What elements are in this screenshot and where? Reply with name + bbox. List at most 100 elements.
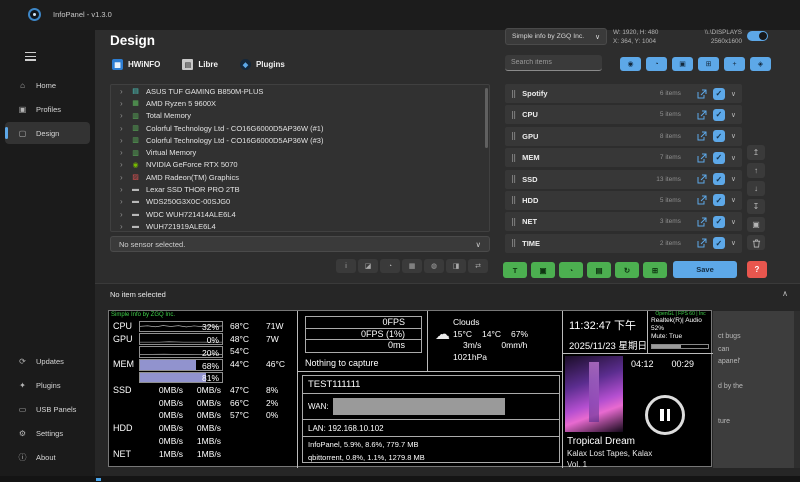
group-checkbox[interactable]: ✓ <box>713 216 725 228</box>
sensor-tree-row[interactable]: › ◉ NVIDIA GeForce RTX 5070 <box>111 159 489 171</box>
sensor-tree-row[interactable]: › ▥ Colorful Technology Ltd - CO16G6000D… <box>111 134 489 146</box>
info-button[interactable]: i <box>336 259 356 273</box>
image-button[interactable]: ▣ <box>672 57 693 71</box>
expand-icon[interactable]: › <box>120 210 125 219</box>
sidebar-item-home[interactable]: ⌂ Home <box>5 74 90 96</box>
expand-icon[interactable]: › <box>120 160 125 169</box>
chevron-down-icon[interactable]: ∨ <box>731 90 736 98</box>
search-input[interactable] <box>505 55 602 71</box>
sensor-select-dropdown[interactable]: No sensor selected. ∨ <box>110 236 490 252</box>
move-button[interactable]: + <box>724 57 745 71</box>
chevron-down-icon[interactable]: ∨ <box>731 239 736 247</box>
add-table-button[interactable]: ⊞ <box>643 262 667 278</box>
lock-button[interactable]: ◈ <box>750 57 771 71</box>
drag-handle-icon[interactable]: ⣿ <box>511 154 516 162</box>
tab-plugins[interactable]: ◆ Plugins <box>240 59 285 70</box>
group-checkbox[interactable]: ✓ <box>713 88 725 100</box>
sensor-tree-row[interactable]: › ▬ WUH721919ALE6L4 <box>111 220 489 232</box>
sensor-tree-row[interactable]: › ▥ Colorful Technology Ltd - CO16G6000D… <box>111 122 489 134</box>
group-checkbox[interactable]: ✓ <box>713 109 725 121</box>
group-row-ssd[interactable]: ⣿ SSD 13 items ✓ ∨ <box>505 170 742 189</box>
drag-handle-icon[interactable]: ⣿ <box>511 196 516 204</box>
popout-icon[interactable] <box>697 238 707 248</box>
drag-handle-icon[interactable]: ⣿ <box>511 132 516 140</box>
expand-icon[interactable]: › <box>120 222 125 231</box>
profile-dropdown[interactable]: Simple info by ZGQ Inc. ∨ <box>505 28 607 45</box>
collapse-icon[interactable]: ∧ <box>782 289 788 298</box>
chevron-down-icon[interactable]: ∨ <box>731 218 736 226</box>
drag-handle-icon[interactable]: ⣿ <box>511 175 516 183</box>
sensor-tree-row[interactable]: › ▤ ASUS TUF GAMING B850M-PLUS <box>111 85 489 97</box>
popout-icon[interactable] <box>697 110 707 120</box>
taskbar-app-icon[interactable] <box>96 478 101 481</box>
sensor-tree-row[interactable]: › ▬ Lexar SSD THOR PRO 2TB <box>111 183 489 195</box>
popout-icon[interactable] <box>697 217 707 227</box>
transfer-button[interactable]: ⇄ <box>468 259 488 273</box>
move-bottom-button[interactable]: ↧ <box>747 199 765 214</box>
move-up-button[interactable]: ↑ <box>747 163 765 178</box>
bar-button[interactable]: ◨ <box>446 259 466 273</box>
panel-preview-canvas[interactable]: Simple Info by ZGQ Inc. CPU 32% 68°C 71W… <box>108 310 712 467</box>
popout-icon[interactable] <box>697 89 707 99</box>
group-checkbox[interactable]: ✓ <box>713 173 725 185</box>
expand-icon[interactable]: › <box>120 111 125 120</box>
group-row-spotify[interactable]: ⣿ Spotify 6 items ✓ ∨ <box>505 84 742 103</box>
chevron-down-icon[interactable]: ∨ <box>731 196 736 204</box>
drag-handle-icon[interactable]: ⣿ <box>511 90 516 98</box>
expand-icon[interactable]: › <box>120 87 125 96</box>
tab-hwinfo[interactable]: ▦ HWiNFO <box>112 59 160 70</box>
sensor-tree-row[interactable]: › ▬ WDS250G3X0C-00SJG0 <box>111 196 489 208</box>
drag-handle-icon[interactable]: ⣿ <box>511 111 516 119</box>
chevron-down-icon[interactable]: ∨ <box>731 175 736 183</box>
group-checkbox[interactable]: ✓ <box>713 152 725 164</box>
tab-libre[interactable]: ▤ Libre <box>182 59 218 70</box>
chart-button[interactable]: ◪ <box>358 259 378 273</box>
group-row-hdd[interactable]: ⣿ HDD 5 items ✓ ∨ <box>505 191 742 210</box>
display-toggle[interactable] <box>747 31 768 41</box>
help-button[interactable]: ? <box>747 261 767 278</box>
sidebar-item-about[interactable]: ⓘ About <box>5 446 90 468</box>
expand-icon[interactable]: › <box>120 185 125 194</box>
sidebar-item-settings[interactable]: ⚙ Settings <box>5 422 90 444</box>
popout-icon[interactable] <box>697 195 707 205</box>
group-row-time[interactable]: ⣿ TIME 2 items ✓ ∨ <box>505 234 742 253</box>
visibility-button[interactable]: ◉ <box>620 57 641 71</box>
sidebar-item-usb-panels[interactable]: ▭ USB Panels <box>5 398 90 420</box>
group-checkbox[interactable]: ✓ <box>713 130 725 142</box>
add-button[interactable]: ⊞ <box>698 57 719 71</box>
sensor-tree-row[interactable]: › ▥ Virtual Memory <box>111 146 489 158</box>
add-clock-button[interactable]: ◔ <box>559 262 583 278</box>
add-text-button[interactable]: T <box>503 262 527 278</box>
history-button[interactable]: ◔ <box>646 57 667 71</box>
expand-icon[interactable]: › <box>120 148 125 157</box>
sidebar-item-profiles[interactable]: ▣ Profiles <box>5 98 90 120</box>
sensor-tree-row[interactable]: › ▨ AMD Radeon(TM) Graphics <box>111 171 489 183</box>
sidebar-item-updates[interactable]: ⟳ Updates <box>5 350 90 372</box>
drag-handle-icon[interactable]: ⣿ <box>511 239 516 247</box>
tree-scrollbar[interactable] <box>485 88 488 148</box>
group-row-gpu[interactable]: ⣿ GPU 8 items ✓ ∨ <box>505 127 742 146</box>
expand-icon[interactable]: › <box>120 173 125 182</box>
popout-icon[interactable] <box>697 153 707 163</box>
add-image-button[interactable]: ▣ <box>531 262 555 278</box>
expand-icon[interactable]: › <box>120 197 125 206</box>
table-button[interactable]: ▦ <box>402 259 422 273</box>
group-row-cpu[interactable]: ⣿ CPU 5 items ✓ ∨ <box>505 105 742 124</box>
hamburger-menu-icon[interactable] <box>25 52 36 61</box>
duplicate-button[interactable]: ▣ <box>747 217 765 232</box>
expand-icon[interactable]: › <box>120 136 125 145</box>
sidebar-item-design[interactable]: ▢ Design <box>5 122 90 144</box>
expand-icon[interactable]: › <box>120 124 125 133</box>
group-row-net[interactable]: ⣿ NET 3 items ✓ ∨ <box>505 212 742 231</box>
donut-button[interactable]: ◍ <box>424 259 444 273</box>
popout-icon[interactable] <box>697 174 707 184</box>
group-checkbox[interactable]: ✓ <box>713 194 725 206</box>
expand-icon[interactable]: › <box>120 99 125 108</box>
drag-handle-icon[interactable]: ⣿ <box>511 218 516 226</box>
sensor-tree-row[interactable]: › ▥ Total Memory <box>111 110 489 122</box>
refresh-button[interactable]: ↻ <box>615 262 639 278</box>
gauge-button[interactable]: ◔ <box>380 259 400 273</box>
move-down-button[interactable]: ↓ <box>747 181 765 196</box>
group-row-mem[interactable]: ⣿ MEM 7 items ✓ ∨ <box>505 148 742 167</box>
add-bar-button[interactable]: ▤ <box>587 262 611 278</box>
